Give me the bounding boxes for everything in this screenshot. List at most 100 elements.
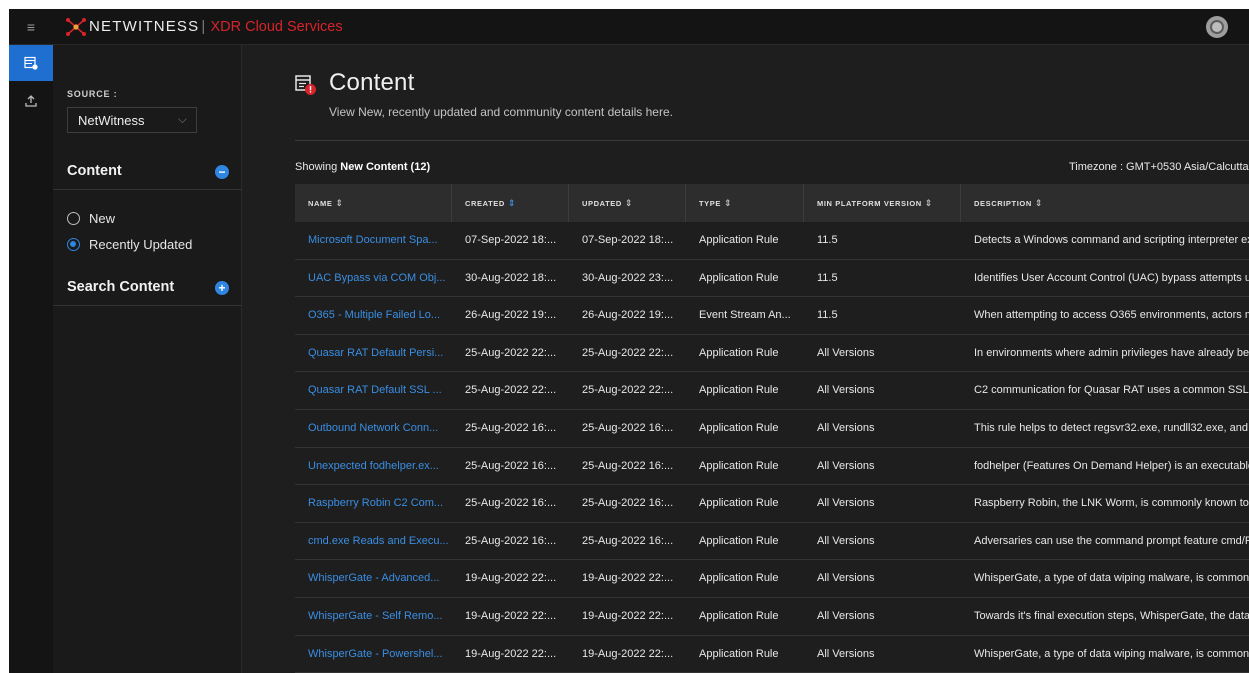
- user-avatar-icon[interactable]: [1206, 16, 1228, 38]
- expand-icon[interactable]: +: [215, 281, 229, 295]
- column-label: UPDATED: [582, 199, 622, 208]
- table-row[interactable]: Unexpected fodhelper.ex... 25-Aug-2022 16…: [295, 448, 1249, 486]
- content-name-link[interactable]: cmd.exe Reads and Execu...: [295, 523, 452, 560]
- table-row[interactable]: Raspberry Robin C2 Com... 25-Aug-2022 16:…: [295, 485, 1249, 523]
- main-content: Content View New, recently updated and c…: [243, 45, 1249, 673]
- table-row[interactable]: Quasar RAT Default SSL ... 25-Aug-2022 22…: [295, 372, 1249, 410]
- netwitness-logo-icon: [66, 18, 86, 36]
- filter-sidebar: SOURCE : NetWitness ⌵ Content − New Rece…: [53, 45, 242, 673]
- created-cell: 30-Aug-2022 18:...: [465, 271, 557, 284]
- table-row[interactable]: WhisperGate - Self Remo... 19-Aug-2022 22…: [295, 598, 1249, 636]
- rail-content-button[interactable]: [9, 45, 53, 81]
- column-header-description[interactable]: DESCRIPTION ⇕: [961, 184, 1249, 222]
- content-name-link[interactable]: Raspberry Robin C2 Com...: [295, 485, 452, 522]
- type-cell: Application Rule: [699, 647, 779, 660]
- rail-upload-button[interactable]: [9, 83, 53, 119]
- description-cell: Raspberry Robin, the LNK Worm, is common…: [974, 497, 1249, 510]
- brand-name: NETWITNESS: [89, 18, 200, 35]
- radio-button[interactable]: [67, 212, 80, 225]
- showing-value: New Content (12): [340, 161, 431, 173]
- type-cell: Event Stream An...: [699, 309, 791, 322]
- description-cell: WhisperGate, a type of data wiping malwa…: [974, 647, 1249, 660]
- updated-cell: 19-Aug-2022 22:...: [582, 609, 674, 622]
- radio-label: Recently Updated: [89, 237, 193, 252]
- content-name-link[interactable]: UAC Bypass via COM Obj...: [295, 260, 452, 297]
- sort-icon[interactable]: ⇕: [1035, 198, 1043, 208]
- radio-label: New: [89, 211, 116, 226]
- version-cell: All Versions: [817, 346, 875, 359]
- table-row[interactable]: cmd.exe Reads and Execu... 25-Aug-2022 16…: [295, 523, 1249, 561]
- type-cell: Application Rule: [699, 459, 779, 472]
- showing-prefix: Showing: [295, 161, 341, 173]
- content-name-link[interactable]: Quasar RAT Default Persi...: [295, 335, 452, 372]
- description-cell: Towards it's final execution steps, Whis…: [974, 609, 1249, 622]
- source-dropdown[interactable]: NetWitness ⌵: [67, 107, 197, 133]
- content-name-link[interactable]: WhisperGate - Advanced...: [295, 560, 452, 597]
- created-cell: 25-Aug-2022 16:...: [465, 534, 557, 547]
- brand-product: XDR Cloud Services: [210, 19, 343, 35]
- column-label: MIN PLATFORM VERSION: [817, 199, 922, 208]
- content-name-link[interactable]: Quasar RAT Default SSL ...: [295, 372, 452, 409]
- column-header-type[interactable]: TYPE ⇕: [686, 184, 804, 222]
- table-row[interactable]: Outbound Network Conn... 25-Aug-2022 16:.…: [295, 410, 1249, 448]
- table-row[interactable]: O365 - Multiple Failed Lo... 26-Aug-2022 …: [295, 297, 1249, 335]
- description-cell: Detects a Windows command and scripting …: [974, 234, 1249, 246]
- sort-icon[interactable]: ⇕: [508, 198, 516, 208]
- column-label: NAME: [308, 199, 333, 208]
- content-name-link[interactable]: WhisperGate - Self Remo...: [295, 598, 452, 635]
- created-cell: 19-Aug-2022 22:...: [465, 609, 557, 622]
- content-name-link[interactable]: Microsoft Document Spa...: [295, 222, 452, 259]
- page-title: Content: [329, 69, 415, 96]
- content-section-header[interactable]: Content −: [53, 154, 242, 190]
- table-row[interactable]: Microsoft Document Spa... 07-Sep-2022 18:…: [295, 222, 1249, 260]
- collapse-icon[interactable]: −: [215, 165, 229, 179]
- column-header-updated[interactable]: UPDATED ⇕: [569, 184, 686, 222]
- version-cell: All Versions: [817, 609, 875, 622]
- table-row[interactable]: UAC Bypass via COM Obj... 30-Aug-2022 18:…: [295, 260, 1249, 298]
- radio-button-selected[interactable]: [67, 238, 80, 251]
- sort-icon[interactable]: ⇕: [724, 198, 732, 208]
- table-row[interactable]: WhisperGate - Advanced... 19-Aug-2022 22:…: [295, 560, 1249, 598]
- table-row[interactable]: Quasar RAT Default Persi... 25-Aug-2022 2…: [295, 335, 1249, 373]
- column-label: DESCRIPTION: [974, 199, 1032, 208]
- type-cell: Application Rule: [699, 421, 779, 434]
- type-cell: Application Rule: [699, 234, 779, 246]
- sort-icon[interactable]: ⇕: [925, 198, 933, 208]
- version-cell: All Versions: [817, 459, 875, 472]
- version-cell: All Versions: [817, 421, 875, 434]
- sort-icon[interactable]: ⇕: [335, 198, 343, 208]
- column-header-created[interactable]: CREATED ⇕: [452, 184, 569, 222]
- content-name-link[interactable]: O365 - Multiple Failed Lo...: [295, 297, 452, 334]
- content-name-link[interactable]: Outbound Network Conn...: [295, 410, 452, 447]
- type-cell: Application Rule: [699, 346, 779, 359]
- updated-cell: 25-Aug-2022 16:...: [582, 459, 674, 472]
- version-cell: All Versions: [817, 647, 875, 660]
- chevron-down-icon: ⌵: [177, 112, 187, 126]
- page-subtitle: View New, recently updated and community…: [329, 105, 673, 119]
- radio-recently-updated[interactable]: Recently Updated: [67, 237, 192, 252]
- created-cell: 25-Aug-2022 16:...: [465, 421, 557, 434]
- top-bar: ≡ NETWITNESS | XDR Cloud Services: [9, 9, 1249, 45]
- brand-title: NETWITNESS | XDR Cloud Services: [89, 18, 343, 35]
- type-cell: Application Rule: [699, 384, 779, 397]
- timezone-label: Timezone : GMT+0530 Asia/Calcutta: [1069, 161, 1249, 173]
- content-name-link[interactable]: WhisperGate - Powershel...: [295, 636, 452, 673]
- description-cell: In environments where admin privileges h…: [974, 346, 1249, 359]
- updated-cell: 25-Aug-2022 22:...: [582, 346, 674, 359]
- menu-icon[interactable]: ≡: [9, 9, 53, 45]
- description-cell: C2 communication for Quasar RAT uses a c…: [974, 384, 1249, 397]
- content-page-icon: [295, 75, 316, 95]
- radio-new[interactable]: New: [67, 211, 115, 226]
- type-cell: Application Rule: [699, 572, 779, 585]
- column-header-name[interactable]: NAME ⇕: [295, 184, 452, 222]
- divider: [295, 140, 1249, 141]
- column-header-min-platform-version[interactable]: MIN PLATFORM VERSION ⇕: [804, 184, 961, 222]
- table-header: NAME ⇕ CREATED ⇕ UPDATED ⇕ TYPE ⇕ MIN PLATFO…: [295, 184, 1249, 222]
- sort-icon[interactable]: ⇕: [625, 198, 633, 208]
- updated-cell: 30-Aug-2022 23:...: [582, 271, 674, 284]
- content-name-link[interactable]: Unexpected fodhelper.ex...: [295, 448, 452, 485]
- updated-cell: 19-Aug-2022 22:...: [582, 647, 674, 660]
- search-content-section-header[interactable]: Search Content +: [53, 270, 242, 306]
- description-cell: When attempting to access O365 environme…: [974, 309, 1249, 322]
- table-row[interactable]: WhisperGate - Powershel... 19-Aug-2022 22…: [295, 636, 1249, 673]
